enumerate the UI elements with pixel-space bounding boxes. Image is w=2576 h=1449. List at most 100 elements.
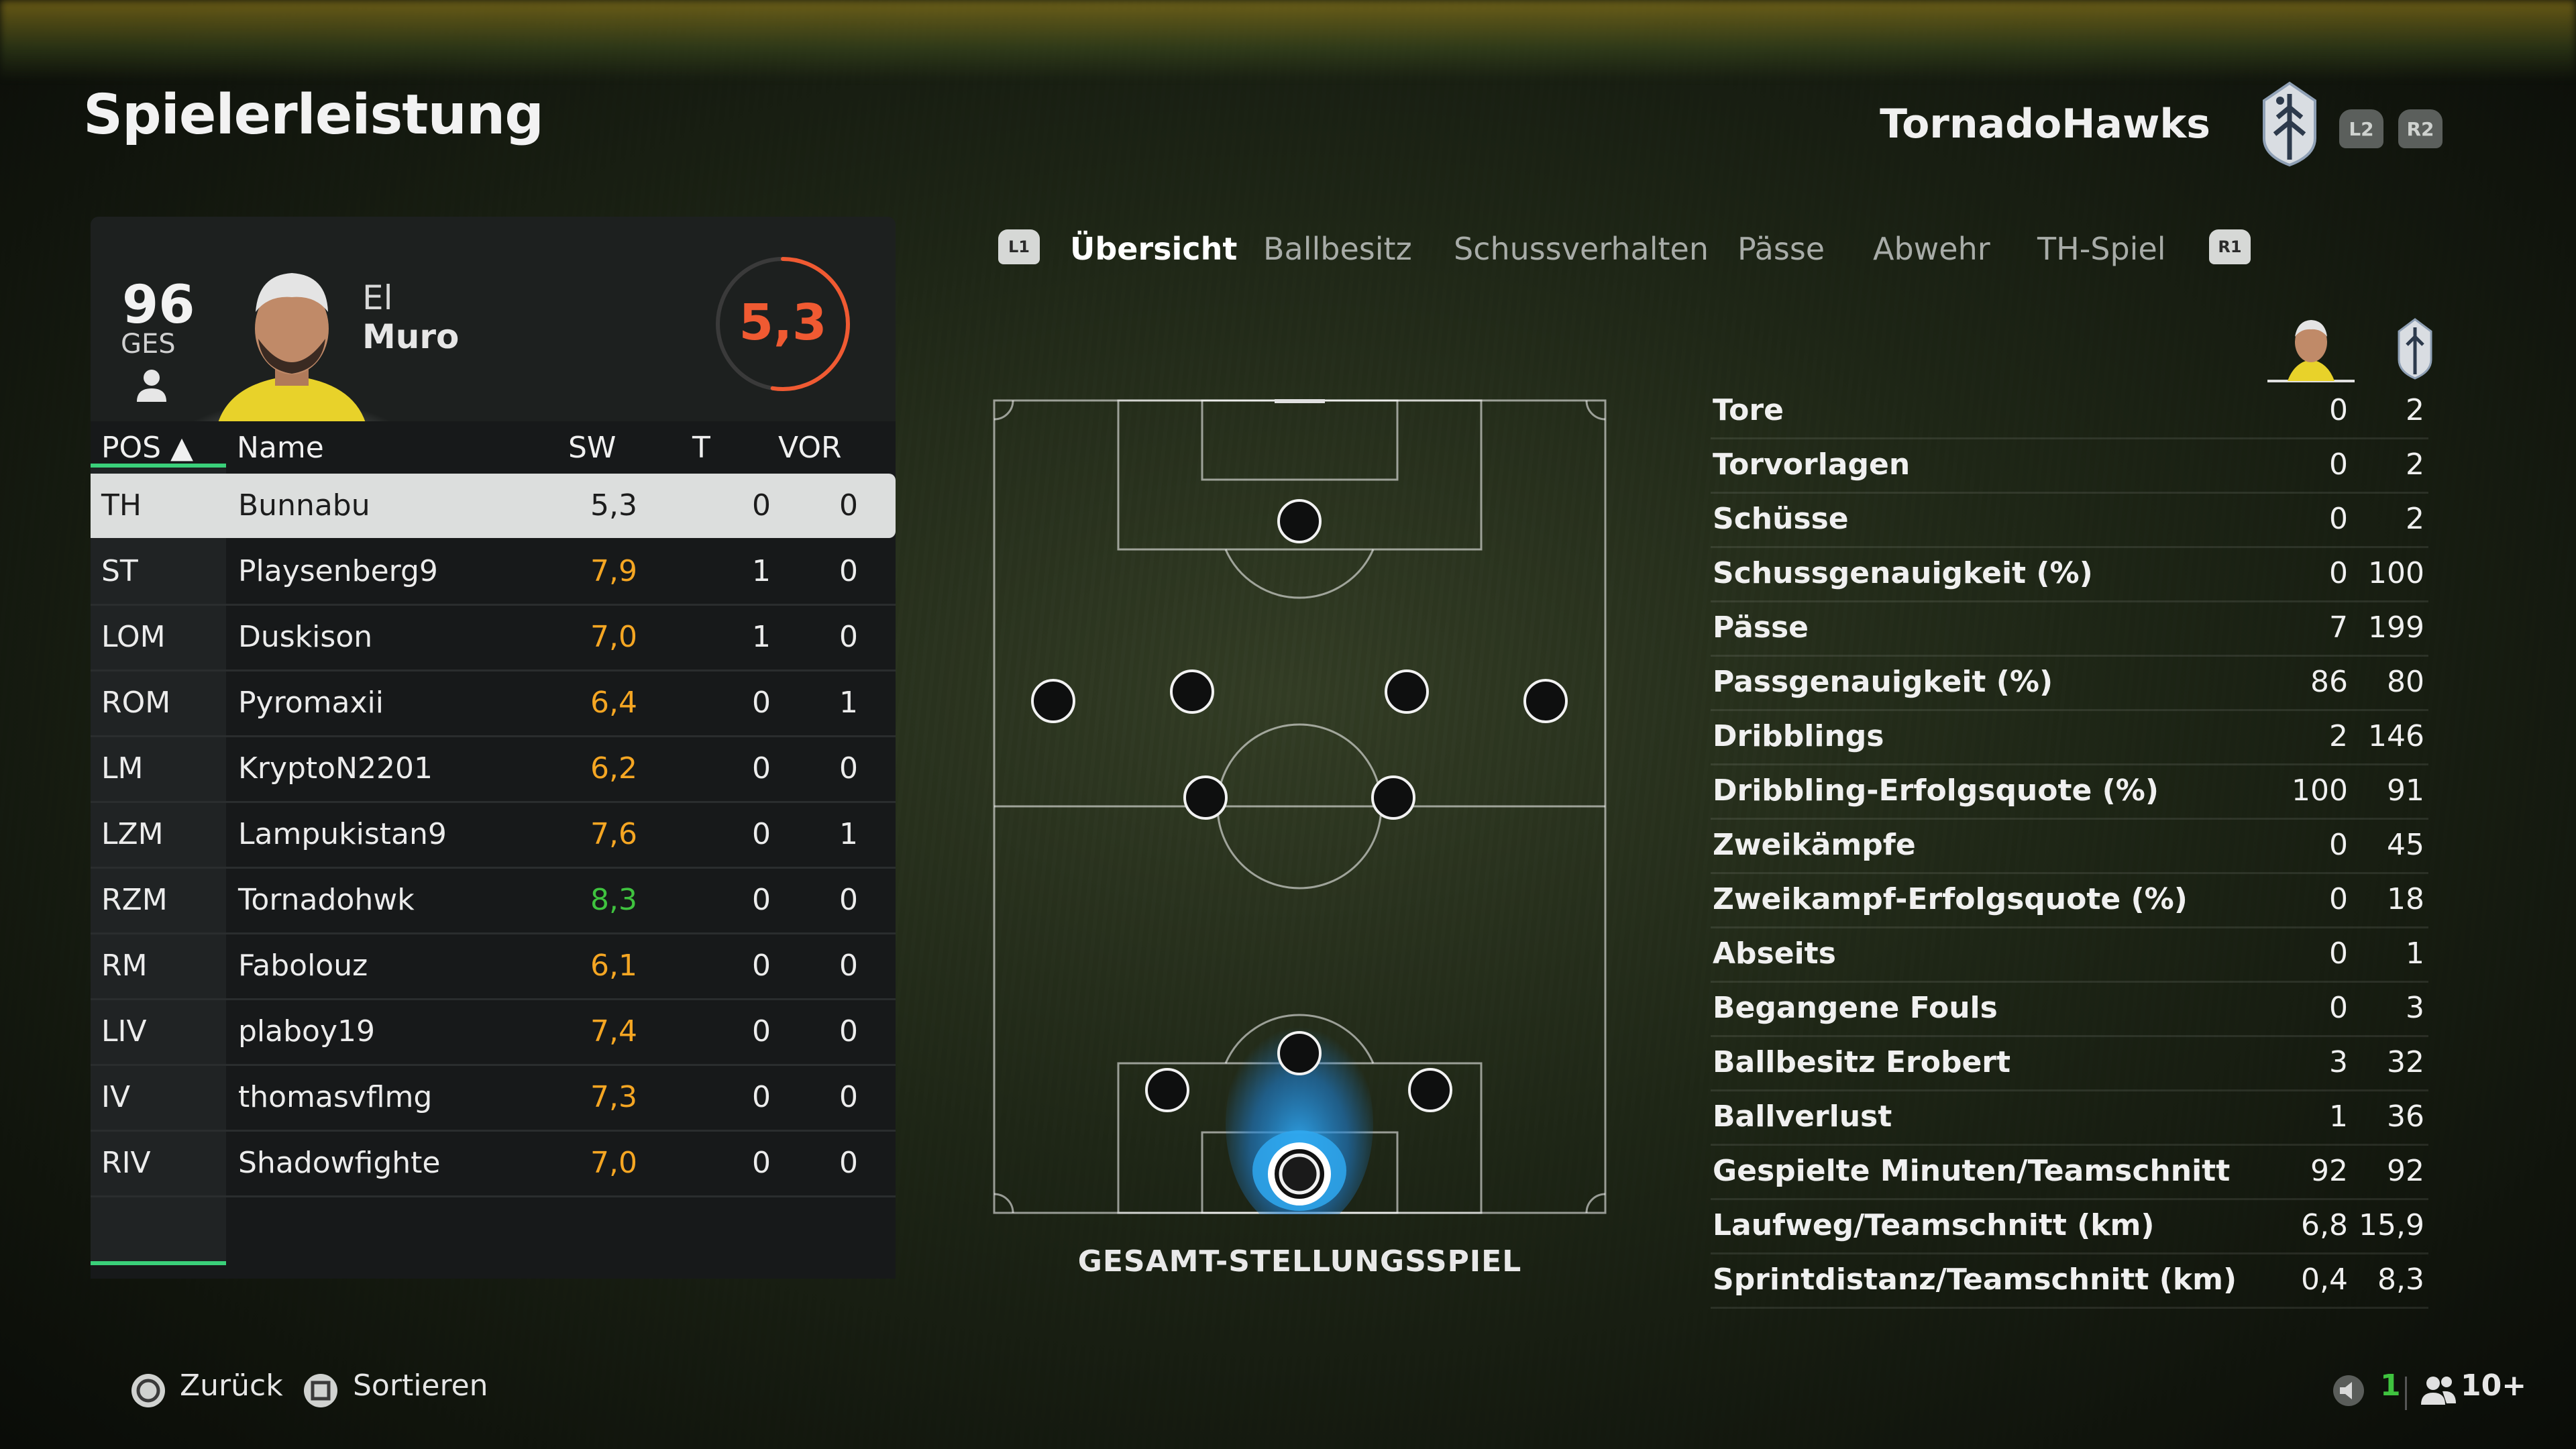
stat-team-value: 32	[2387, 1045, 2424, 1079]
stat-team-value: 80	[2387, 665, 2424, 699]
stat-player-value: 0,4	[2301, 1263, 2348, 1297]
row-assists: 0	[839, 620, 858, 654]
table-row[interactable]: RZM Tornadohwk 8,3 0 0	[91, 868, 896, 934]
stat-player-value: 0	[2329, 393, 2348, 427]
table-row[interactable]: LIV plaboy19 7,4 0 0	[91, 1000, 896, 1066]
row-assists: 1	[839, 686, 858, 720]
stat-team-value: 15,9	[2359, 1208, 2424, 1242]
row-rating: 7,0	[590, 1146, 637, 1180]
stat-label: Abseits	[1713, 936, 1836, 971]
row-goals: 0	[752, 686, 771, 720]
stat-team-value: 146	[2368, 719, 2424, 753]
row-name: Tornadohwk	[238, 883, 415, 917]
r1-button[interactable]: R1	[2209, 229, 2251, 264]
row-assists: 0	[839, 1014, 858, 1049]
row-rating: 5,3	[590, 488, 637, 523]
team-crest-icon	[2263, 81, 2316, 167]
row-assists: 0	[839, 949, 858, 983]
roster-table: POS ▲ Name SW T VOR TH Bunnabu 5,3 0 0 ST Play…	[91, 421, 896, 1279]
row-name: plaboy19	[238, 1014, 375, 1049]
stat-label: Dribbling-Erfolgsquote (%)	[1713, 773, 2159, 808]
sort-action[interactable]: Sortieren	[353, 1368, 488, 1403]
row-goals: 0	[752, 1014, 771, 1049]
stat-row: Ballbesitz Erobert 3 32	[1711, 1037, 2428, 1091]
players-icon	[2421, 1377, 2456, 1405]
tab-paesse[interactable]: Pässe	[1737, 231, 1825, 267]
player-first-name: El	[362, 278, 393, 317]
r2-button[interactable]: R2	[2398, 109, 2443, 148]
l2-button[interactable]: L2	[2339, 109, 2383, 148]
tab-abwehr[interactable]: Abwehr	[1873, 231, 1990, 267]
stat-row: Zweikampf-Erfolgsquote (%) 0 18	[1711, 874, 2428, 928]
table-row[interactable]: IV thomasvflmg 7,3 0 0	[91, 1065, 896, 1132]
stat-player-value: 0	[2329, 882, 2348, 916]
stadium-banner	[0, 0, 2576, 80]
pitch-label: GESAMT-STELLUNGSSPIEL	[1077, 1244, 1522, 1279]
row-goals: 0	[752, 1080, 771, 1114]
row-rating: 6,2	[590, 751, 637, 786]
row-position: ST	[101, 554, 138, 588]
table-row[interactable]: RIV Shadowfighte 7,0 0 0	[91, 1131, 896, 1197]
table-row[interactable]: LOM Duskison 7,0 1 0	[91, 605, 896, 672]
header-pos[interactable]: POS ▲	[101, 431, 193, 465]
stat-player-value: 6,8	[2301, 1208, 2348, 1242]
row-position: RM	[101, 949, 148, 983]
table-row[interactable]: ROM Pyromaxii 6,4 0 1	[91, 671, 896, 737]
header-t[interactable]: T	[692, 431, 710, 465]
stat-team-value: 36	[2387, 1099, 2424, 1134]
header-vor[interactable]: VOR	[778, 431, 842, 465]
table-row[interactable]: LZM Lampukistan9 7,6 0 1	[91, 802, 896, 869]
stat-team-value: 100	[2368, 556, 2424, 590]
player-name: El Muro	[362, 278, 459, 356]
circle-button-icon	[131, 1374, 165, 1407]
stat-row: Abseits 0 1	[1711, 928, 2428, 983]
voice-chat-icon	[2333, 1375, 2364, 1406]
stat-player-value: 86	[2310, 665, 2348, 699]
row-goals: 0	[752, 1146, 771, 1180]
stat-player-value: 0	[2329, 502, 2348, 536]
back-action[interactable]: Zurück	[180, 1368, 283, 1403]
header-sw[interactable]: SW	[568, 431, 616, 465]
l1-button[interactable]: L1	[998, 229, 1040, 264]
stat-player-value: 0	[2329, 447, 2348, 482]
stat-row: Laufweg/Teamschnitt (km) 6,8 15,9	[1711, 1200, 2428, 1254]
stat-label: Torvorlagen	[1713, 447, 1911, 482]
stat-team-value: 2	[2406, 502, 2424, 536]
match-rating-value: 5,3	[739, 294, 827, 352]
table-row[interactable]: ST Playsenberg9 7,9 1 0	[91, 539, 896, 606]
stat-team-value: 2	[2406, 447, 2424, 482]
row-name: Playsenberg9	[238, 554, 438, 588]
row-goals: 0	[752, 488, 771, 523]
row-position: LOM	[101, 620, 166, 654]
table-row[interactable]: RM Fabolouz 6,1 0 0	[91, 934, 896, 1000]
row-rating: 7,9	[590, 554, 637, 588]
stat-label: Schussgenauigkeit (%)	[1713, 556, 2093, 590]
row-name: Shadowfighte	[238, 1146, 441, 1180]
row-name: Bunnabu	[238, 488, 370, 523]
tab-th-spiel[interactable]: TH-Spiel	[2037, 231, 2166, 267]
stat-player-value: 1	[2329, 1099, 2348, 1134]
stat-label: Pässe	[1713, 610, 1809, 645]
stat-team-value: 45	[2387, 828, 2424, 862]
table-header: POS ▲ Name SW T VOR	[91, 421, 896, 468]
stat-player-value: 92	[2310, 1154, 2348, 1188]
tab-ballbesitz[interactable]: Ballbesitz	[1263, 231, 1412, 267]
stat-team-value: 91	[2387, 773, 2424, 808]
table-row[interactable]: LM KryptoN2201 6,2 0 0	[91, 737, 896, 803]
row-goals: 0	[752, 751, 771, 786]
sort-indicator	[91, 464, 226, 468]
tab-uebersicht[interactable]: Übersicht	[1070, 231, 1237, 267]
header-name[interactable]: Name	[237, 431, 324, 465]
stats-team-crest-icon	[2398, 318, 2432, 380]
row-assists: 0	[839, 883, 858, 917]
stat-row: Tore 0 2	[1711, 385, 2428, 439]
stat-team-value: 92	[2387, 1154, 2424, 1188]
row-rating: 7,3	[590, 1080, 637, 1114]
row-assists: 0	[839, 1080, 858, 1114]
lobby-player-count: 10+	[2461, 1368, 2527, 1403]
row-name: Pyromaxii	[238, 686, 384, 720]
tab-schussverhalten[interactable]: Schussverhalten	[1454, 231, 1709, 267]
stat-label: Tore	[1713, 393, 1784, 427]
stat-row: Zweikämpfe 0 45	[1711, 820, 2428, 874]
table-row[interactable]: TH Bunnabu 5,3 0 0	[91, 474, 896, 538]
